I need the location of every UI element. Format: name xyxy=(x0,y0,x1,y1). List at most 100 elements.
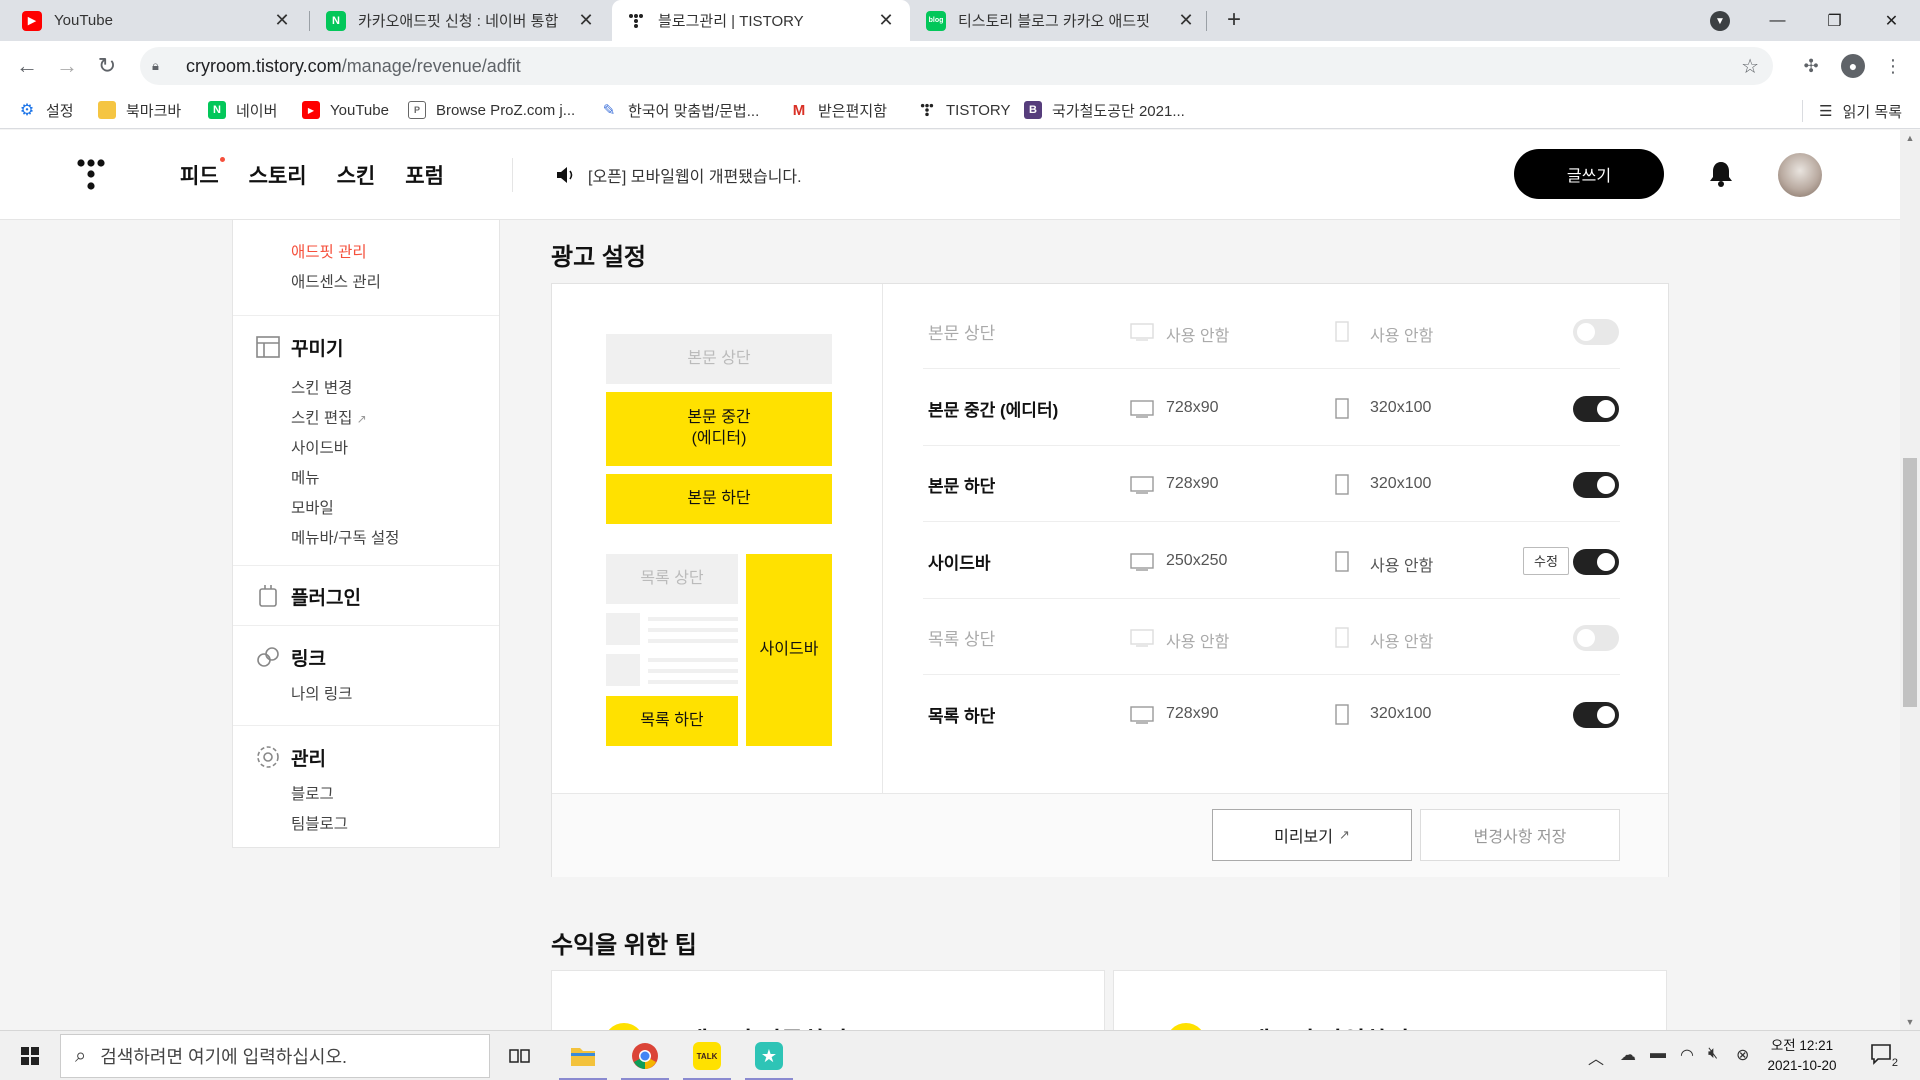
volume-muted-icon[interactable]: 🔇︎ xyxy=(1708,1045,1718,1063)
tab-search-icon[interactable]: ▼ xyxy=(1710,11,1730,31)
close-tab-icon[interactable]: ✕ xyxy=(1176,10,1196,31)
bell-icon[interactable] xyxy=(1708,160,1734,188)
task-view-icon[interactable] xyxy=(490,1031,550,1080)
sidebar-item-adsense[interactable]: 애드센스 관리 xyxy=(291,270,381,292)
scroll-down-icon[interactable]: ▼ xyxy=(1900,1014,1920,1030)
kakaotalk-icon[interactable]: TALK xyxy=(677,1031,737,1080)
tip-card[interactable]: 애드핏 가입하기 xyxy=(1113,970,1667,1030)
bookmark-proz[interactable]: P Browse ProZ.com j... xyxy=(408,100,575,120)
tray-chevron-icon[interactable]: ︿ xyxy=(1588,1045,1604,1069)
notice-banner[interactable]: [오픈] 모바일웹이 개편됐습니다. xyxy=(556,163,802,187)
sidebar-heading-link[interactable]: 링크 xyxy=(291,644,326,671)
bookmark-youtube[interactable]: ▶ YouTube xyxy=(302,100,389,120)
taskbar-clock[interactable]: 오전 12:21 2021-10-20 xyxy=(1757,1036,1847,1076)
onedrive-error-icon[interactable]: ☁ xyxy=(1620,1045,1636,1065)
profile-icon[interactable]: ● xyxy=(1840,53,1866,79)
reload-icon[interactable]: ↻ xyxy=(94,53,120,79)
nav-skin[interactable]: 스킨 xyxy=(337,160,376,190)
save-changes-button[interactable]: 변경사항 저장 xyxy=(1420,809,1620,861)
bookmark-label: TISTORY xyxy=(946,101,1011,119)
sidebar-item-skin-edit[interactable]: 스킨 편집 ↗ xyxy=(291,406,367,428)
sidebar-heading-manage[interactable]: 관리 xyxy=(291,744,326,771)
user-avatar[interactable] xyxy=(1778,153,1822,197)
ad-slot-toggle[interactable] xyxy=(1573,701,1619,728)
sidebar-item-menubar[interactable]: 메뉴바/구독 설정 xyxy=(291,526,399,548)
sidebar-item-skin-change[interactable]: 스킨 변경 xyxy=(291,376,352,398)
close-window-icon[interactable]: ✕ xyxy=(1863,0,1920,41)
close-tab-icon[interactable]: ✕ xyxy=(876,10,896,31)
ad-slot-row: 본문 하단 728x90 320x100 xyxy=(883,446,1668,522)
search-icon: ⌕ xyxy=(75,1044,87,1067)
sidebar-item-mobile[interactable]: 모바일 xyxy=(291,496,334,518)
ad-slot-toggle[interactable] xyxy=(1573,548,1619,575)
file-explorer-icon[interactable] xyxy=(553,1031,613,1080)
bookmark-tistory[interactable]: TISTORY xyxy=(918,100,1010,120)
tab-naver-blog[interactable]: blog 티스토리 블로그 카카오 애드핏 ✕ xyxy=(912,0,1210,41)
sidebar-item-menu[interactable]: 메뉴 xyxy=(291,466,320,488)
tip-card[interactable]: 애드핏 연동하기 xyxy=(551,970,1105,1030)
bookmark-folder[interactable]: 북마크바 xyxy=(98,100,181,120)
sticky-app-icon[interactable]: ★ xyxy=(739,1031,799,1080)
notification-center-icon[interactable]: 2 xyxy=(1870,1043,1898,1069)
windows-start-icon[interactable] xyxy=(10,1041,50,1071)
bookmark-settings[interactable]: ⚙ 설정 xyxy=(18,100,74,120)
new-tab-button[interactable]: + xyxy=(1220,6,1248,34)
youtube-icon: ▶ xyxy=(302,101,320,119)
menu-kebab-icon[interactable]: ⋮ xyxy=(1880,53,1906,79)
tab-naver[interactable]: N 카카오애드핏 신청 : 네이버 통합 ✕ xyxy=(312,0,610,41)
sidebar-item-blog[interactable]: 블로그 xyxy=(291,782,334,804)
tistory-logo-icon[interactable] xyxy=(76,158,106,192)
bookmark-label: 설정 xyxy=(46,102,74,120)
sidebar-group-manage: 관리 블로그 팀블로그 xyxy=(233,726,499,848)
nav-feed[interactable]: 피드 xyxy=(180,157,225,190)
sidebar-item-team-blog[interactable]: 팀블로그 xyxy=(291,812,348,834)
ime-icon[interactable]: ⊗ xyxy=(1736,1045,1749,1065)
minimize-icon[interactable]: — xyxy=(1749,0,1806,41)
bookmark-spellcheck[interactable]: ✎ 한국어 맞춤법/문법... xyxy=(600,100,760,120)
close-tab-icon[interactable]: ✕ xyxy=(272,10,292,31)
plugin-icon xyxy=(259,585,277,607)
sidebar-item-sidebar[interactable]: 사이드바 xyxy=(291,436,348,458)
back-arrow-icon[interactable]: ← xyxy=(14,53,40,79)
reading-list[interactable]: ☰ 읽기 목록 xyxy=(1802,100,1902,122)
restore-icon[interactable]: ❐ xyxy=(1806,0,1863,41)
tab-tistory-manage[interactable]: 블로그관리 | TISTORY ✕ xyxy=(612,0,910,41)
close-tab-icon[interactable]: ✕ xyxy=(576,10,596,31)
ad-slot-mobile-size: 사용 안함 xyxy=(1370,328,1434,345)
sidebar-heading-decorate[interactable]: 꾸미기 xyxy=(291,334,343,361)
bookmark-star-icon[interactable]: ☆ xyxy=(1741,54,1759,79)
extensions-puzzle-icon[interactable]: ✣ xyxy=(1798,53,1824,79)
battery-icon[interactable]: ▬ xyxy=(1650,1045,1666,1063)
write-post-button[interactable]: 글쓰기 xyxy=(1514,149,1664,199)
chrome-icon[interactable] xyxy=(615,1031,675,1080)
bookmark-naver[interactable]: N 네이버 xyxy=(208,100,277,120)
page-scrollbar[interactable]: ▲ ▼ xyxy=(1900,130,1920,1030)
bookmark-railway[interactable]: B 국가철도공단 2021... xyxy=(1024,100,1185,120)
taskbar-search[interactable]: ⌕ 검색하려면 여기에 입력하십시오. xyxy=(60,1034,490,1078)
nav-story[interactable]: 스토리 xyxy=(249,160,307,190)
forward-arrow-icon[interactable]: → xyxy=(54,53,80,79)
scroll-up-icon[interactable]: ▲ xyxy=(1900,130,1920,146)
ad-slot-toggle[interactable] xyxy=(1573,625,1619,651)
tab-youtube[interactable]: ▶ YouTube ✕ xyxy=(8,0,306,41)
sidebar-item-adfit[interactable]: 애드핏 관리 xyxy=(291,240,367,262)
nav-forum[interactable]: 포럼 xyxy=(405,160,444,190)
ad-slot-toggle[interactable] xyxy=(1573,319,1619,345)
window-controls: — ❐ ✕ xyxy=(1749,0,1920,41)
folder-icon xyxy=(98,101,116,119)
nav-feed-label: 피드 xyxy=(180,165,219,188)
wifi-icon[interactable]: ◠ xyxy=(1680,1045,1694,1065)
sidebar-item-my-link[interactable]: 나의 링크 xyxy=(291,682,352,704)
ad-slot-toggle[interactable] xyxy=(1573,395,1619,422)
bookmark-label: Browse ProZ.com j... xyxy=(436,101,576,119)
preview-button[interactable]: 미리보기 ↗ xyxy=(1212,809,1412,861)
bookmark-gmail[interactable]: M 받은편지함 xyxy=(790,100,887,120)
preview-list-bottom: 목록 하단 xyxy=(606,696,738,746)
scrollbar-thumb[interactable] xyxy=(1903,458,1917,707)
sidebar-heading-plugin[interactable]: 플러그인 xyxy=(291,583,361,610)
address-bar[interactable]: 🔒︎ cryroom.tistory.com/manage/revenue/ad… xyxy=(140,47,1773,85)
ad-slot-toggle[interactable] xyxy=(1573,472,1619,498)
edit-sidebar-ad-button[interactable]: 수정 xyxy=(1523,546,1569,575)
preview-middle-line2: (에디터) xyxy=(691,430,747,447)
naver-icon: N xyxy=(208,101,226,119)
